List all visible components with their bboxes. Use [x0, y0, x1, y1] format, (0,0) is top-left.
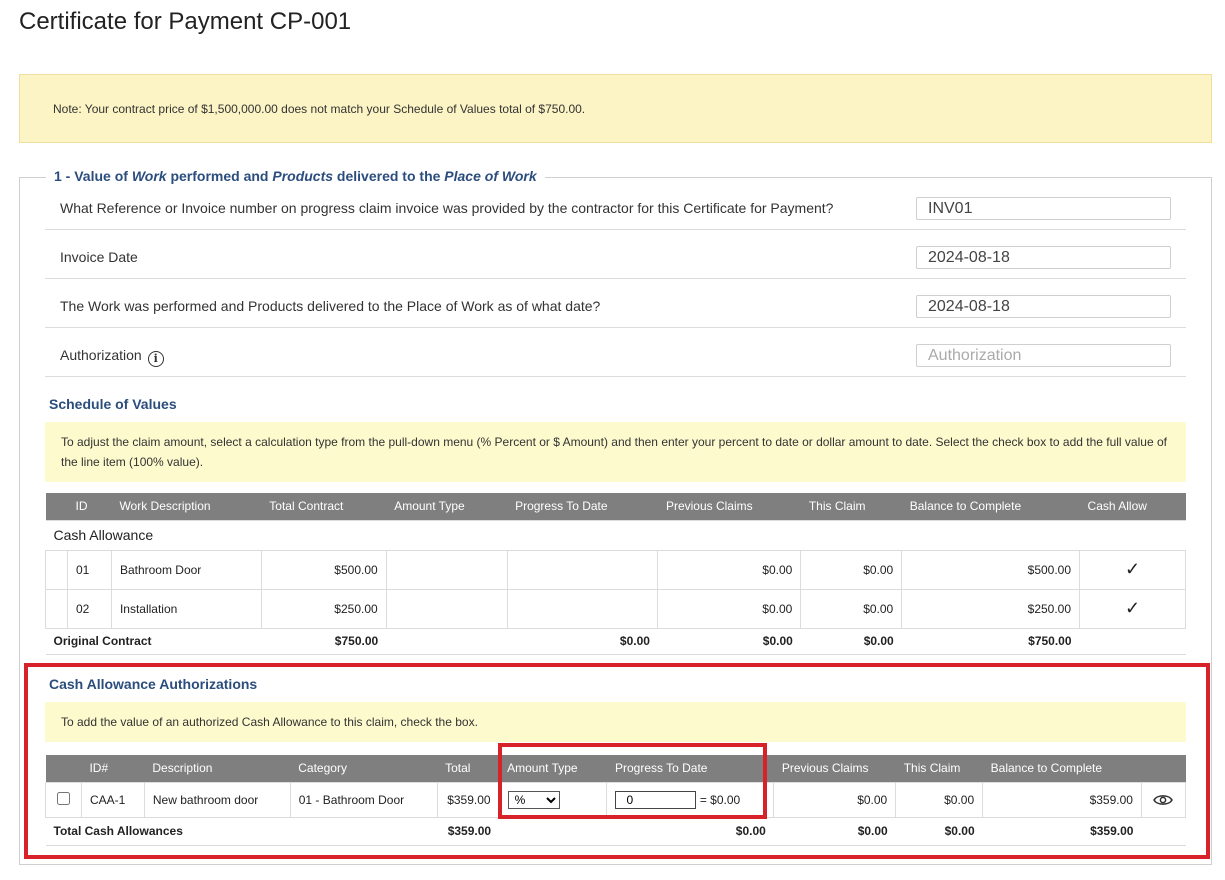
authorization-row: Authorization i — [45, 328, 1186, 377]
col-header: Previous Claims — [773, 755, 896, 782]
check-icon: ✓ — [1124, 598, 1141, 618]
invoice-date-label: Invoice Date — [60, 249, 138, 265]
caa-total-row: Total Cash Allowances $359.00 $0.00 $0.0… — [45, 817, 1186, 846]
col-header: ID# — [81, 755, 145, 782]
table-row: 01 Bathroom Door $500.00 $0.00 $0.00 $50… — [45, 549, 1186, 590]
invoice-date-input[interactable] — [916, 246, 1171, 269]
check-icon: ✓ — [1124, 559, 1141, 579]
col-header: Balance to Complete — [982, 755, 1142, 782]
total-label: Total Cash Allowances — [45, 817, 438, 846]
sov-title: Schedule of Values — [49, 396, 177, 412]
col-header: Total — [437, 755, 500, 782]
col-header: Previous Claims — [657, 493, 801, 520]
sov-instructions: To adjust the claim amount, select a cal… — [45, 422, 1186, 482]
sov-header-row: ID Work Description Total Contract Amoun… — [45, 493, 1186, 520]
invoice-number-input[interactable] — [916, 197, 1171, 220]
caa-title: Cash Allowance Authorizations — [49, 676, 258, 692]
authorization-input[interactable] — [916, 344, 1171, 367]
include-caa-checkbox[interactable] — [56, 791, 70, 805]
contract-mismatch-note: Note: Your contract price of $1,500,000.… — [19, 74, 1212, 143]
col-header: This Claim — [800, 493, 902, 520]
invoice-number-label: What Reference or Invoice number on prog… — [60, 200, 834, 216]
authorization-label-wrap: Authorization i — [60, 347, 164, 367]
highlight-box-amount-progress — [498, 743, 767, 819]
sov-group-row: Cash Allowance — [45, 519, 1186, 551]
col-header: Work Description — [111, 493, 262, 520]
col-header: Progress To Date — [507, 493, 658, 520]
page-title: Certificate for Payment CP-001 — [19, 8, 352, 35]
col-header: Category — [290, 755, 438, 782]
col-header: ID — [67, 493, 112, 520]
sov-total-row: Original Contract $750.00 $0.00 $0.00 $0… — [45, 628, 1186, 655]
col-header: Total Contract — [261, 493, 387, 520]
work-date-label: The Work was performed and Products deli… — [60, 298, 601, 314]
work-date-row: The Work was performed and Products deli… — [45, 279, 1186, 328]
eye-icon[interactable] — [1153, 792, 1174, 806]
info-icon[interactable]: i — [147, 351, 164, 367]
work-date-input[interactable] — [916, 295, 1171, 318]
table-row: 02 Installation $250.00 $0.00 $0.00 $250… — [45, 588, 1186, 629]
invoice-date-row: Invoice Date — [45, 230, 1186, 279]
invoice-number-row: What Reference or Invoice number on prog… — [45, 181, 1186, 230]
col-header: Cash Allow — [1079, 493, 1186, 520]
col-header: Description — [144, 755, 291, 782]
caa-instructions: To add the value of an authorized Cash A… — [45, 702, 1186, 742]
col-header: This Claim — [895, 755, 983, 782]
col-header: Balance to Complete — [901, 493, 1080, 520]
group-label: Cash Allowance — [45, 519, 1186, 551]
sov-table: ID Work Description Total Contract Amoun… — [45, 493, 1186, 655]
col-header: Amount Type — [386, 493, 508, 520]
authorization-label: Authorization — [60, 347, 142, 363]
total-label: Original Contract — [45, 628, 262, 655]
